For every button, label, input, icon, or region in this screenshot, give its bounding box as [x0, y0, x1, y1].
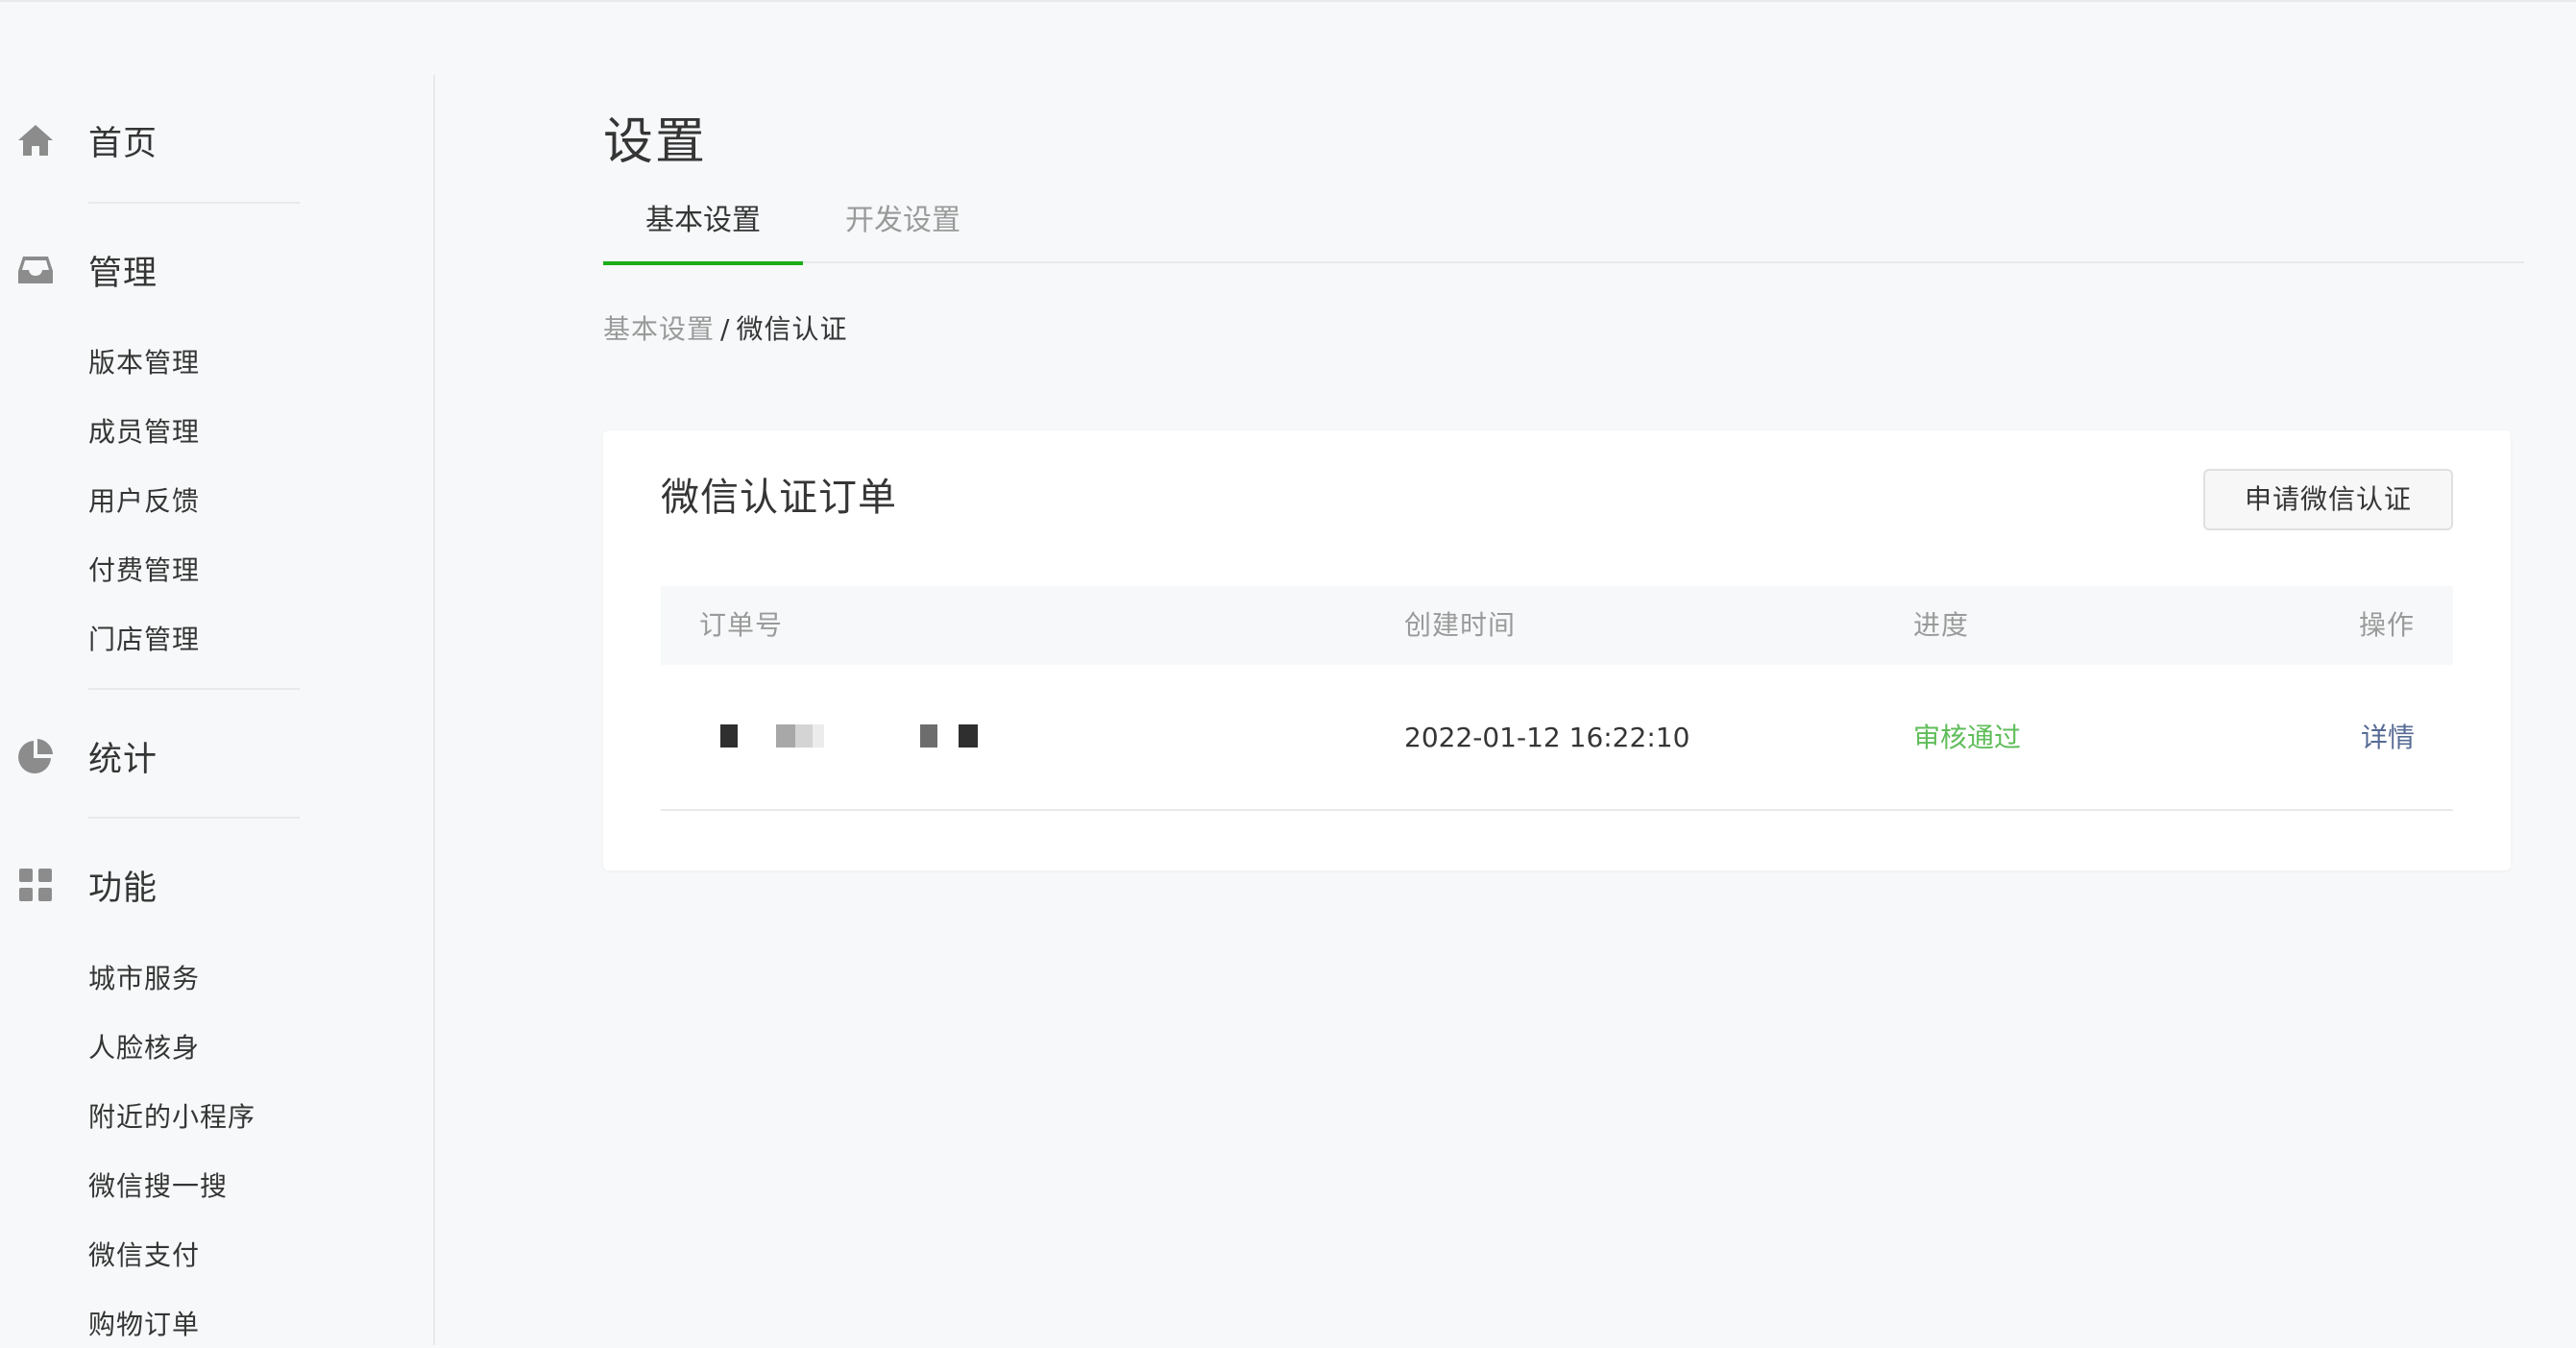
- created-time: 2022-01-12 16:22:10: [1404, 722, 1690, 753]
- sidebar-item-face-verification[interactable]: 人脸核身: [88, 1025, 405, 1071]
- sidebar-item-payment-management[interactable]: 付费管理: [88, 548, 405, 594]
- apply-verification-button[interactable]: 申请微信认证: [2203, 469, 2453, 530]
- sidebar-item-user-feedback[interactable]: 用户反馈: [88, 478, 405, 525]
- tab-label: 基本设置: [645, 204, 761, 237]
- card-title: 微信认证订单: [661, 476, 897, 520]
- details-link[interactable]: 详情: [2361, 665, 2415, 811]
- tab-basic-settings[interactable]: 基本设置: [603, 192, 803, 265]
- sidebar-item-label: 管理: [88, 254, 158, 293]
- sidebar-item-shopping-orders[interactable]: 购物订单: [88, 1302, 405, 1348]
- sidebar-item-member-management[interactable]: 成员管理: [88, 409, 405, 455]
- sidebar-item-store-management[interactable]: 门店管理: [88, 617, 405, 663]
- sidebar-item-label: 首页: [88, 124, 158, 163]
- sidebar-item-label: 功能: [88, 869, 158, 908]
- sidebar-item-version-management[interactable]: 版本管理: [88, 340, 405, 386]
- sidebar-item-nearby-mini-programs[interactable]: 附近的小程序: [88, 1094, 405, 1140]
- home-icon: [18, 125, 53, 156]
- column-header-order-id: 订单号: [699, 609, 784, 641]
- table-row: 2022-01-12 16:22:10 审核通过 详情: [661, 665, 2453, 811]
- sidebar-item-features[interactable]: 功能: [0, 856, 434, 914]
- breadcrumb-parent[interactable]: 基本设置: [603, 313, 715, 345]
- wechat-verification-card: 微信认证订单 申请微信认证 订单号 创建时间 进度 操作 2022-01-12 …: [603, 430, 2511, 870]
- sidebar-item-label: 统计: [88, 740, 158, 779]
- page-title: 设置: [603, 112, 708, 171]
- sidebar-item-wechat-search[interactable]: 微信搜一搜: [88, 1164, 405, 1210]
- sidebar-divider: [88, 817, 300, 819]
- sidebar-border: [433, 75, 435, 1345]
- breadcrumb-separator: /: [720, 313, 731, 345]
- sidebar-item-wechat-pay[interactable]: 微信支付: [88, 1233, 405, 1279]
- breadcrumb: 基本设置 / 微信认证: [603, 309, 847, 350]
- tab-dev-settings[interactable]: 开发设置: [803, 192, 1003, 263]
- sidebar-divider: [88, 688, 300, 690]
- order-id-redacted: [699, 724, 987, 748]
- sidebar-item-home[interactable]: 首页: [0, 111, 434, 169]
- table-header: 订单号 创建时间 进度 操作: [661, 586, 2453, 665]
- column-header-created-time: 创建时间: [1404, 609, 1517, 641]
- grid-icon: [19, 869, 52, 901]
- settings-tabs: 基本设置 开发设置: [603, 192, 2524, 265]
- sidebar: 首页 管理 版本管理 成员管理 用户反馈 付费管理 门店管理 统计 功能 城市服…: [0, 0, 434, 1345]
- status-badge: 审核通过: [1913, 722, 2022, 753]
- sidebar-item-stats[interactable]: 统计: [0, 727, 434, 785]
- sidebar-divider: [88, 202, 300, 204]
- column-header-action: 操作: [2358, 609, 2415, 641]
- sidebar-item-manage[interactable]: 管理: [0, 241, 434, 299]
- inbox-icon: [18, 257, 53, 283]
- sidebar-item-city-services[interactable]: 城市服务: [88, 956, 405, 1002]
- pie-chart-icon: [18, 739, 53, 773]
- active-tab-indicator: [603, 261, 803, 265]
- column-header-progress: 进度: [1913, 609, 1970, 641]
- tab-label: 开发设置: [845, 204, 960, 237]
- breadcrumb-current: 微信认证: [736, 313, 848, 345]
